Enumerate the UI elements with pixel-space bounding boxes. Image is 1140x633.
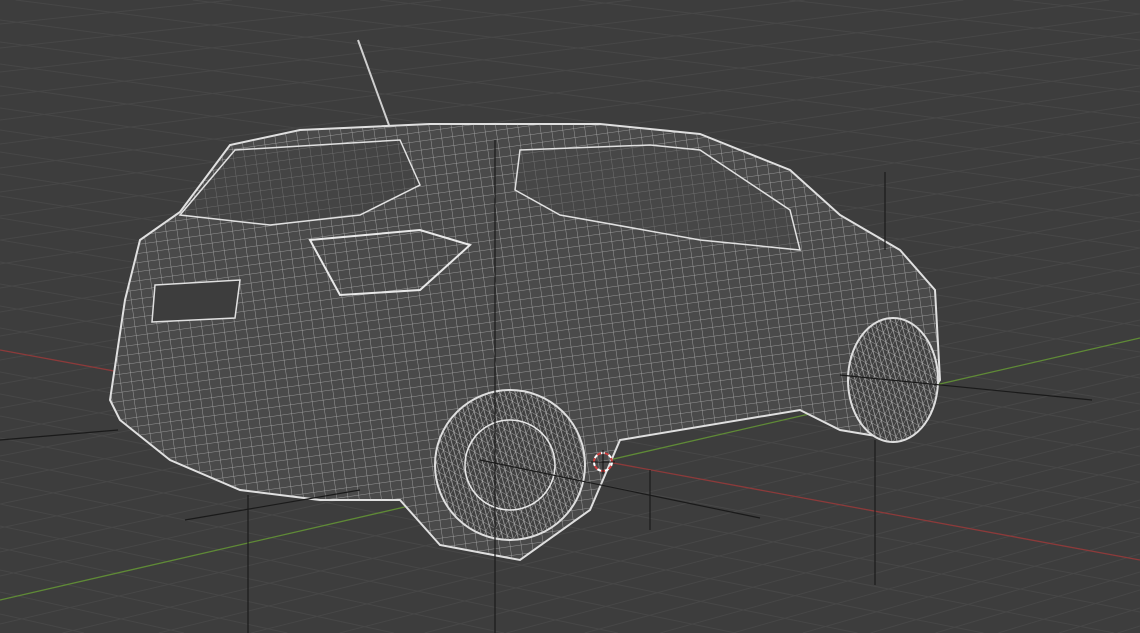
grid-line <box>0 591 185 633</box>
viewport-canvas[interactable] <box>0 0 1140 633</box>
grid-line <box>1058 607 1140 633</box>
3d-viewport[interactable] <box>0 0 1140 633</box>
grid-line <box>998 589 1140 633</box>
grid-line <box>732 517 1140 633</box>
grid-line <box>0 0 805 97</box>
grid-line <box>0 481 736 633</box>
rear-wheel-mesh <box>435 390 585 540</box>
grid-line <box>0 613 85 633</box>
antenna <box>357 39 391 129</box>
grid-line <box>789 0 1140 41</box>
grid-line <box>935 571 1140 633</box>
grid-line <box>0 547 395 633</box>
grid-line <box>0 0 442 49</box>
license-plate <box>151 279 241 323</box>
grid-line <box>0 0 232 25</box>
grid-line <box>660 499 1140 633</box>
grid-line <box>1117 625 1140 633</box>
grid-line <box>578 0 1140 67</box>
grid-line <box>584 481 1140 633</box>
grid-line <box>1013 0 1140 15</box>
grid-line <box>379 0 1140 93</box>
